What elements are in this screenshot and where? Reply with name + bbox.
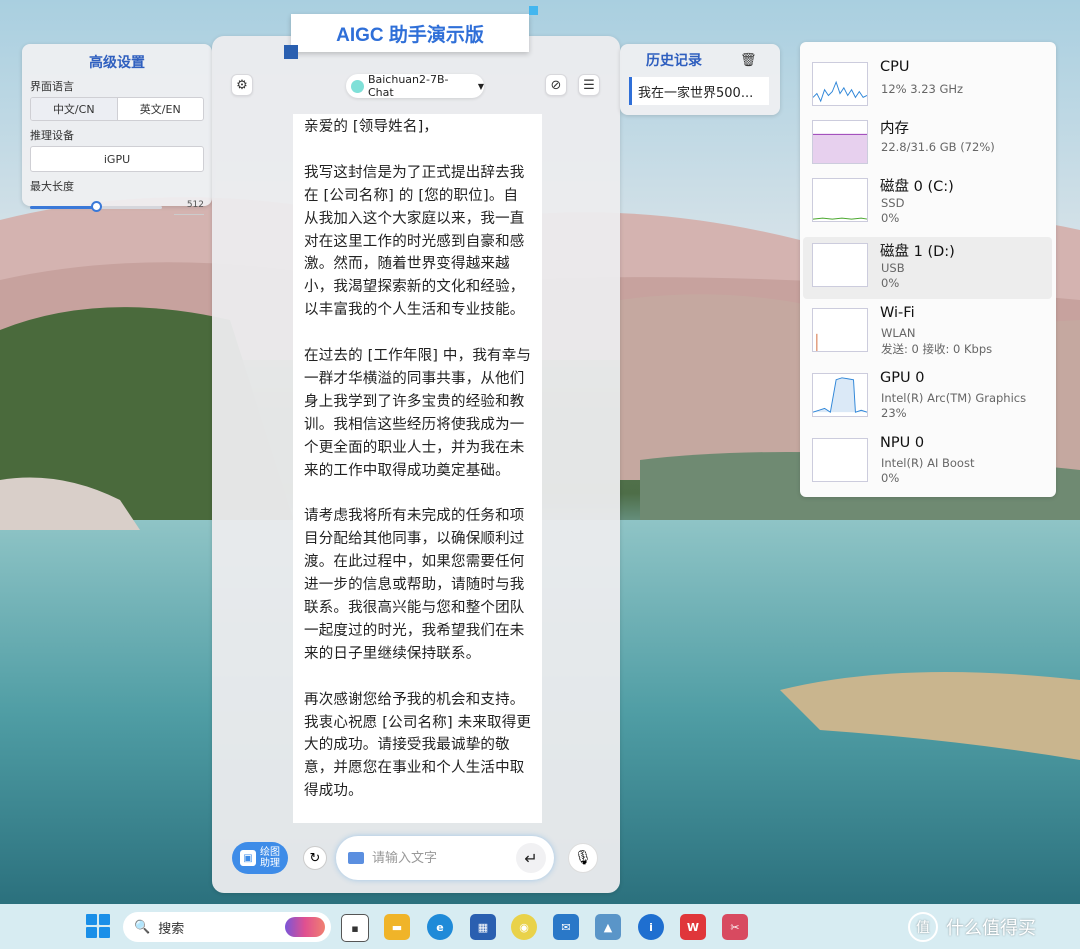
history-item[interactable]: 我在一家世界500... — [629, 77, 769, 105]
perf-name: Wi-Fi — [880, 305, 915, 321]
slider-fill — [30, 206, 96, 209]
file-explorer-icon[interactable]: ▬ — [384, 914, 410, 940]
chat-input-box: ↵ — [336, 836, 554, 880]
search-icon: 🔍 — [134, 919, 151, 935]
chevron-down-icon: ▼ — [477, 81, 484, 91]
perf-detail: 12% 3.23 GHz — [881, 82, 964, 96]
mail-app-icon[interactable]: ✉ — [553, 914, 579, 940]
perf-detail: 0% — [881, 211, 900, 225]
intel-app-icon[interactable]: i — [638, 914, 664, 940]
banner-decoration — [529, 6, 538, 15]
cpu-graph — [812, 62, 868, 106]
perf-name: 磁盘 0 (C:) — [880, 179, 954, 195]
npu-graph — [812, 438, 868, 482]
perf-detail: USB — [881, 261, 905, 275]
model-select[interactable]: Baichuan2-7B-Chat ▼ — [346, 73, 484, 99]
perf-detail: SSD — [881, 196, 905, 210]
refresh-icon[interactable]: ↻ — [303, 846, 327, 870]
send-icon[interactable]: ↵ — [516, 843, 546, 873]
taskbar-search[interactable]: 🔍 搜索 — [123, 912, 331, 942]
perf-detail: 发送: 0 接收: 0 Kbps — [881, 342, 993, 356]
model-icon — [351, 79, 364, 93]
microphone-icon[interactable]: 🎙 — [568, 843, 598, 873]
language-toggle: 中文/CN 英文/EN — [30, 97, 204, 121]
settings-title: 高级设置 — [89, 55, 145, 71]
max-length-label: 最大长度 — [30, 180, 74, 193]
max-length-value[interactable]: 512 — [174, 200, 204, 215]
wifi-graph — [812, 308, 868, 352]
edge-browser-icon[interactable]: e — [427, 914, 453, 940]
keyboard-icon — [348, 852, 364, 864]
gpu-graph — [812, 373, 868, 417]
watermark-text: 什么值得买 — [946, 918, 1036, 939]
task-view-icon[interactable]: ▪ — [341, 914, 369, 942]
perf-item-npu[interactable]: NPU 0 Intel(R) AI Boost 0% — [803, 432, 1052, 494]
color-app-icon[interactable]: ◉ — [511, 914, 537, 940]
image-off-icon[interactable]: ⊘ — [545, 74, 567, 96]
language-label: 界面语言 — [30, 80, 74, 93]
disk1-graph — [812, 243, 868, 287]
device-label: 推理设备 — [30, 129, 74, 142]
site-watermark: 值 什么值得买 — [908, 912, 1036, 942]
snipping-tool-icon[interactable]: ✂ — [722, 914, 748, 940]
perf-detail: 0% — [881, 471, 900, 485]
search-placeholder: 搜索 — [158, 921, 185, 937]
drawing-assistant-label: 绘图 助理 — [260, 847, 280, 869]
task-manager-performance: CPU 12% 3.23 GHz 内存 22.8/31.6 GB (72%) 磁… — [800, 42, 1056, 497]
banner-decoration — [284, 45, 298, 59]
response-text: 亲爱的 [领导姓名]， 我写这封信是为了正式提出辞去我在 [公司名称] 的 [您… — [304, 119, 532, 800]
wps-office-icon[interactable]: W — [680, 914, 706, 940]
image-icon: ▣ — [240, 850, 256, 866]
model-name: Baichuan2-7B-Chat — [367, 73, 449, 99]
disk0-graph — [812, 178, 868, 222]
perf-detail: WLAN — [881, 326, 916, 340]
memory-graph — [812, 120, 868, 164]
perf-detail: 22.8/31.6 GB (72%) — [881, 140, 995, 154]
perf-name: CPU — [880, 59, 910, 75]
slider-thumb[interactable] — [91, 201, 102, 212]
chat-input[interactable] — [370, 849, 504, 867]
menu-icon[interactable]: ☰ — [578, 74, 600, 96]
chat-response: 亲爱的 [领导姓名]， 我写这封信是为了正式提出辞去我在 [公司名称] 的 [您… — [293, 114, 542, 823]
settings-gear-icon[interactable]: ⚙ — [231, 74, 253, 96]
perf-name: GPU 0 — [880, 370, 925, 386]
taskbar: 🔍 搜索 ▪ ▬ e ▦ ◉ ✉ ▲ i W ✂ 值 什么值得买 — [0, 904, 1080, 949]
perf-item-disk0[interactable]: 磁盘 0 (C:) SSD 0% — [803, 172, 1052, 234]
windows-start-icon[interactable] — [86, 914, 110, 938]
perf-name: NPU 0 — [880, 435, 925, 451]
perf-item-wifi[interactable]: Wi-Fi WLAN 发送: 0 接收: 0 Kbps — [803, 302, 1052, 364]
watermark-logo-icon: 值 — [908, 912, 938, 942]
perf-item-cpu[interactable]: CPU 12% 3.23 GHz — [803, 56, 1052, 118]
app-banner: AIGC 助手演示版 — [291, 14, 529, 52]
chat-panel: ⚙ Baichuan2-7B-Chat ▼ ⊘ ☰ 亲爱的 [领导姓名]， 我写… — [212, 36, 620, 893]
perf-item-gpu[interactable]: GPU 0 Intel(R) Arc(TM) Graphics 23% — [803, 367, 1052, 429]
lang-cn-option[interactable]: 中文/CN — [31, 98, 118, 120]
history-title: 历史记录 — [646, 53, 702, 69]
device-select[interactable]: iGPU — [30, 146, 204, 172]
perf-name: 内存 — [880, 121, 909, 137]
store-icon[interactable]: ▦ — [470, 914, 496, 940]
drawing-assistant-button[interactable]: ▣ 绘图 助理 — [232, 842, 288, 874]
history-panel: 历史记录 🗑 我在一家世界500... — [620, 44, 780, 115]
max-length-slider[interactable]: 512 — [30, 198, 204, 216]
search-highlight-icon — [285, 917, 325, 937]
advanced-settings-panel: 高级设置 界面语言 中文/CN 英文/EN 推理设备 iGPU 最大长度 512 — [22, 44, 212, 215]
perf-item-memory[interactable]: 内存 22.8/31.6 GB (72%) — [803, 114, 1052, 176]
perf-detail: Intel(R) AI Boost — [881, 456, 975, 470]
photos-app-icon[interactable]: ▲ — [595, 914, 621, 940]
perf-detail: Intel(R) Arc(TM) Graphics — [881, 391, 1027, 405]
perf-detail: 0% — [881, 276, 900, 290]
perf-detail: 23% — [881, 406, 907, 420]
perf-name: 磁盘 1 (D:) — [880, 244, 955, 260]
trash-icon[interactable]: 🗑 — [740, 53, 757, 68]
lang-en-option[interactable]: 英文/EN — [118, 98, 204, 120]
perf-item-disk1[interactable]: 磁盘 1 (D:) USB 0% — [803, 237, 1052, 299]
